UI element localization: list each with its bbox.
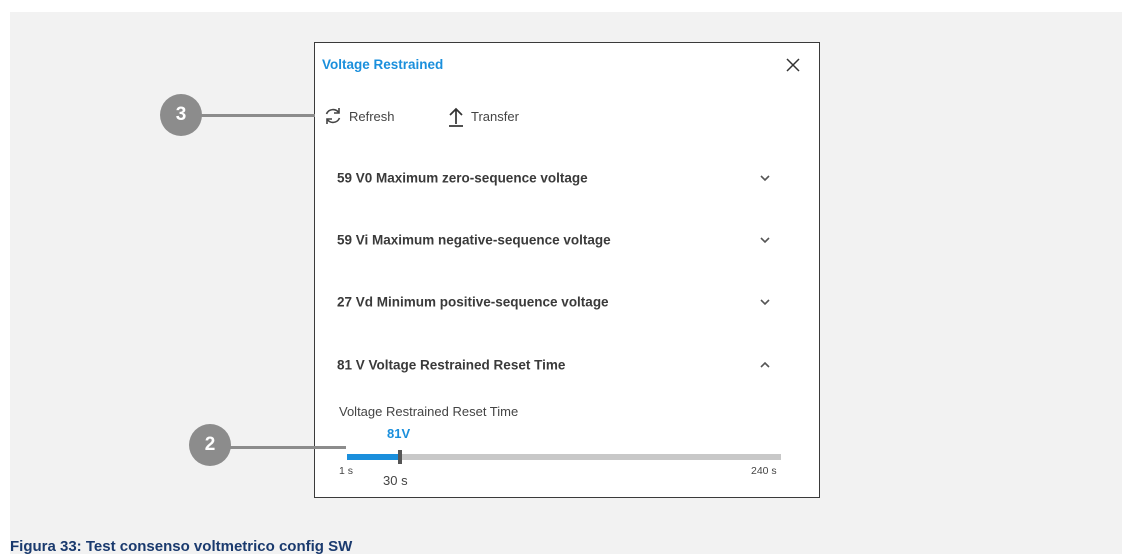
slider-min-label: 1 s [339, 465, 354, 477]
section-59-vi[interactable]: 59 Vi Maximum negative-sequence voltage [315, 209, 819, 271]
section-label: 27 Vd Minimum positive-sequence voltage [337, 294, 609, 310]
figure-caption: Figura 33: Test consenso voltmetrico con… [10, 538, 353, 555]
device-tag: 81V [387, 426, 411, 441]
section-label: 81 V Voltage Restrained Reset Time [337, 357, 566, 373]
slider-track [347, 454, 781, 460]
upload-icon [449, 107, 463, 127]
refresh-icon [325, 108, 341, 124]
refresh-button[interactable]: Refresh [322, 103, 395, 129]
reset-time-slider[interactable] [347, 450, 781, 464]
slider-max-label: 240 s [751, 465, 777, 477]
chevron-down-icon [760, 299, 770, 306]
refresh-label: Refresh [349, 108, 395, 124]
section-27-vd[interactable]: 27 Vd Minimum positive-sequence voltage [315, 271, 819, 333]
dialog-title: Voltage Restrained [322, 57, 444, 72]
section-59-v0[interactable]: 59 V0 Maximum zero-sequence voltage [315, 147, 819, 209]
close-icon[interactable] [784, 56, 802, 74]
callout-line [200, 114, 315, 117]
slider-thumb[interactable] [397, 450, 402, 464]
section-label: 59 Vi Maximum negative-sequence voltage [337, 232, 611, 248]
section-81-v[interactable]: 81 V Voltage Restrained Reset Time [315, 334, 819, 396]
transfer-button[interactable]: Transfer [446, 103, 519, 129]
slider-value-label: 30 s [383, 473, 408, 488]
callout-badge: 3 [160, 94, 202, 136]
callout-line [226, 446, 346, 449]
parameter-label: Voltage Restrained Reset Time [339, 404, 519, 419]
voltage-restrained-dialog: Voltage Restrained Refresh Transfer 59 V… [314, 42, 820, 498]
callout-badge: 2 [189, 424, 231, 466]
section-label: 59 V0 Maximum zero-sequence voltage [337, 170, 588, 186]
chevron-down-icon [760, 237, 770, 244]
slider-fill [347, 454, 400, 460]
transfer-label: Transfer [471, 108, 519, 124]
chevron-down-icon [760, 175, 770, 182]
chevron-up-icon [760, 361, 770, 368]
